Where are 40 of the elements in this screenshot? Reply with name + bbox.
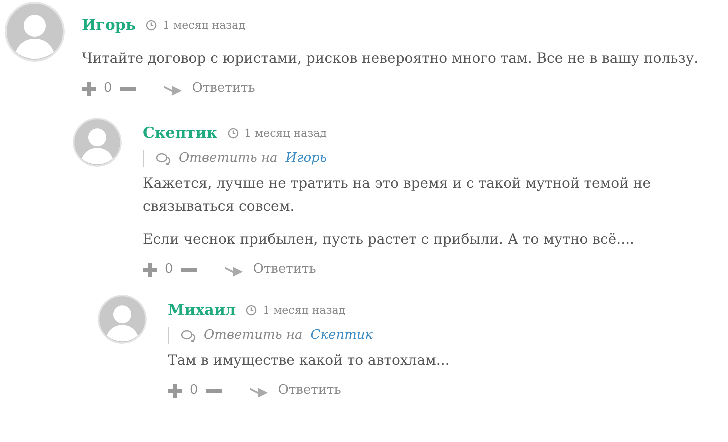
reply-to-link[interactable]: Скептик: [310, 328, 374, 343]
speech-bubbles-icon: [181, 330, 196, 342]
avatar-icon: [73, 118, 122, 167]
avatar-icon: [5, 2, 65, 62]
comment-time: 1 месяц назад: [263, 304, 346, 316]
plus-icon: [143, 262, 157, 276]
clock-icon: [246, 304, 258, 316]
author-name: Игорь: [82, 16, 136, 34]
reply-button[interactable]: Ответить: [250, 383, 342, 398]
vote-count: 0: [165, 262, 174, 277]
upvote-button[interactable]: [143, 262, 157, 276]
reply-button[interactable]: Ответить: [164, 81, 256, 96]
plus-icon: [168, 384, 182, 398]
comment-time: 1 месяц назад: [244, 126, 327, 140]
reply-to-label: Ответить на: [179, 151, 278, 166]
reply-to-link[interactable]: Игорь: [286, 151, 327, 166]
author-name: Скептик: [143, 124, 218, 142]
comment-text: Там в имуществе какой то автохлам...: [168, 352, 451, 371]
comment-text: Если чеснок прибылен, пусть растет с прибыли. А то мутно всё....: [143, 231, 636, 250]
minus-icon: [120, 86, 136, 90]
speech-bubbles-icon: [156, 152, 171, 164]
downvote-button[interactable]: [120, 86, 136, 90]
downvote-button[interactable]: [181, 268, 198, 272]
clock-icon: [228, 128, 239, 138]
upvote-button[interactable]: [82, 82, 96, 96]
avatar-icon: [98, 295, 147, 344]
author-name: Михаил: [168, 301, 236, 319]
reply-to-label: Ответить на: [204, 328, 303, 343]
clock-icon: [146, 20, 158, 30]
vote-count: 0: [190, 383, 198, 398]
minus-icon: [181, 268, 198, 272]
minus-icon: [206, 388, 222, 392]
comment-text: Читайте договор с юристами, рисков невероятно много там. Все не в вашу пользу.: [82, 50, 700, 69]
vote-count: 0: [104, 81, 112, 96]
plus-icon: [82, 82, 96, 96]
comment-text: Кажется, лучше не тратить на это время и с такой мутной темой не связываться совсем.: [143, 175, 652, 217]
downvote-button[interactable]: [206, 388, 222, 392]
upvote-button[interactable]: [168, 384, 182, 398]
reply-button[interactable]: Ответить: [225, 262, 316, 277]
comment-time: 1 месяц назад: [163, 18, 246, 32]
